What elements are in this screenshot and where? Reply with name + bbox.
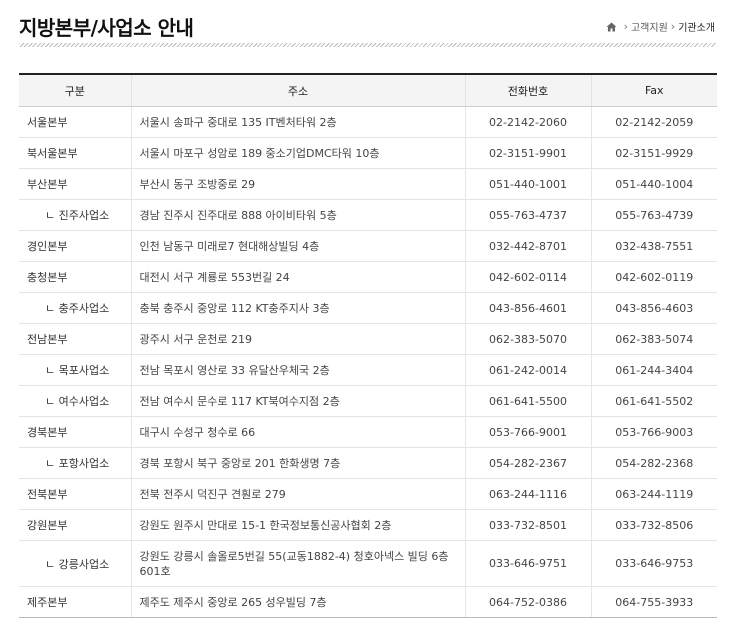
office-address: 대전시 서구 계룡로 553번길 24	[130, 261, 465, 293]
office-name: 제주본부	[19, 586, 131, 618]
office-address: 인천 남동구 미래로7 현대해상빌딩 4층	[130, 230, 465, 262]
column-header-division: 구분	[19, 73, 131, 107]
office-address: 부산시 동구 조방중로 29	[130, 168, 465, 200]
table-body: 서울본부 서울시 송파구 중대로 135 IT벤처타워 2층 02-2142-206…	[19, 106, 717, 618]
home-icon[interactable]	[606, 22, 617, 32]
office-address: 강원도 강릉시 솔올로5번길 55(교동1882-4) 청호아넥스 빌딩 6층 …	[130, 540, 465, 587]
column-header-address: 주소	[130, 73, 465, 107]
office-name: 경북본부	[19, 416, 131, 448]
office-phone: 054-282-2367	[464, 447, 591, 479]
office-name: 부산본부	[19, 168, 131, 200]
chevron-right-icon: ›	[623, 20, 628, 33]
page-title: 지방본부/사업소 안내	[19, 16, 194, 40]
table-row: ㄴ 강릉사업소 강원도 강릉시 솔올로5번길 55(교동1882-4) 청호아넥스…	[19, 540, 717, 587]
breadcrumb-item-customer-support[interactable]: 고객지원	[631, 19, 668, 34]
table-row: ㄴ 진주사업소 경남 진주시 진주대로 888 아이비타워 5층 055-763-4…	[19, 199, 717, 231]
table-row: 제주본부 제주도 제주시 중앙로 265 성우빌딩 7층 064-752-0386 0…	[19, 586, 717, 618]
column-header-fax: Fax	[590, 73, 717, 107]
office-address: 경남 진주시 진주대로 888 아이비타워 5층	[130, 199, 465, 231]
office-name: ㄴ 강릉사업소	[19, 540, 131, 587]
table-row: 부산본부 부산시 동구 조방중로 29 051-440-1001 051-440-10…	[19, 168, 717, 200]
table-row: 서울본부 서울시 송파구 중대로 135 IT벤처타워 2층 02-2142-206…	[19, 106, 717, 138]
table-row: 경북본부 대구시 수성구 청수로 66 053-766-9001 053-766-90…	[19, 416, 717, 448]
office-fax: 042-602-0119	[590, 261, 717, 293]
office-fax: 063-244-1119	[590, 478, 717, 510]
office-address: 전남 여수시 문수로 117 KT북여수지점 2층	[130, 385, 465, 417]
office-fax: 02-2142-2059	[590, 106, 717, 138]
office-phone: 053-766-9001	[464, 416, 591, 448]
office-address: 경북 포항시 북구 중앙로 201 한화생명 7층	[130, 447, 465, 479]
office-name: 경인본부	[19, 230, 131, 262]
office-fax: 053-766-9003	[590, 416, 717, 448]
office-phone: 032-442-8701	[464, 230, 591, 262]
office-name: 서울본부	[19, 106, 131, 138]
office-name: 강원본부	[19, 509, 131, 541]
table-row: 경인본부 인천 남동구 미래로7 현대해상빌딩 4층 032-442-8701 032…	[19, 230, 717, 262]
office-fax: 061-244-3404	[590, 354, 717, 386]
title-divider	[19, 43, 716, 47]
office-phone: 02-2142-2060	[464, 106, 591, 138]
table-header: 구분 주소 전화번호 Fax	[19, 73, 717, 107]
office-address: 강원도 원주시 만대로 15-1 한국정보통신공사협회 2층	[130, 509, 465, 541]
office-phone: 02-3151-9901	[464, 137, 591, 169]
office-fax: 061-641-5502	[590, 385, 717, 417]
office-phone: 063-244-1116	[464, 478, 591, 510]
office-fax: 062-383-5074	[590, 323, 717, 355]
office-name: ㄴ 충주사업소	[19, 292, 131, 324]
table-row: 충청본부 대전시 서구 계룡로 553번길 24 042-602-0114 042-6…	[19, 261, 717, 293]
office-phone: 062-383-5070	[464, 323, 591, 355]
office-phone: 061-242-0014	[464, 354, 591, 386]
office-name: ㄴ 진주사업소	[19, 199, 131, 231]
office-address: 전북 전주시 덕진구 견훤로 279	[130, 478, 465, 510]
office-phone: 033-646-9751	[464, 540, 591, 587]
office-address: 충북 충주시 중앙로 112 KT충주지사 3층	[130, 292, 465, 324]
office-fax: 051-440-1004	[590, 168, 717, 200]
table-row: ㄴ 충주사업소 충북 충주시 중앙로 112 KT충주지사 3층 043-856-4…	[19, 292, 717, 324]
office-table: 구분 주소 전화번호 Fax 서울본부 서울시 송파구 중대로 135 IT벤처타…	[19, 73, 717, 618]
column-header-phone: 전화번호	[464, 73, 591, 107]
office-fax: 02-3151-9929	[590, 137, 717, 169]
office-fax: 032-438-7551	[590, 230, 717, 262]
office-fax: 054-282-2368	[590, 447, 717, 479]
office-address: 광주시 서구 운천로 219	[130, 323, 465, 355]
office-address: 대구시 수성구 청수로 66	[130, 416, 465, 448]
office-fax: 064-755-3933	[590, 586, 717, 618]
office-fax: 033-646-9753	[590, 540, 717, 587]
office-phone: 061-641-5500	[464, 385, 591, 417]
office-name: 충청본부	[19, 261, 131, 293]
office-name: ㄴ 여수사업소	[19, 385, 131, 417]
office-phone: 042-602-0114	[464, 261, 591, 293]
table-row: 전북본부 전북 전주시 덕진구 견훤로 279 063-244-1116 063-24…	[19, 478, 717, 510]
table-row: 전남본부 광주시 서구 운천로 219 062-383-5070 062-383-50…	[19, 323, 717, 355]
office-name: 북서울본부	[19, 137, 131, 169]
office-name: 전북본부	[19, 478, 131, 510]
table-row: ㄴ 여수사업소 전남 여수시 문수로 117 KT북여수지점 2층 061-641-…	[19, 385, 717, 417]
table-row: 강원본부 강원도 원주시 만대로 15-1 한국정보통신공사협회 2층 033-73…	[19, 509, 717, 541]
office-phone: 051-440-1001	[464, 168, 591, 200]
office-phone: 064-752-0386	[464, 586, 591, 618]
office-address: 서울시 송파구 중대로 135 IT벤처타워 2층	[130, 106, 465, 138]
office-phone: 043-856-4601	[464, 292, 591, 324]
office-name: 전남본부	[19, 323, 131, 355]
table-row: ㄴ 포항사업소 경북 포항시 북구 중앙로 201 한화생명 7층 054-282-…	[19, 447, 717, 479]
breadcrumb-item-current: 기관소개	[678, 23, 715, 34]
office-name: ㄴ 목포사업소	[19, 354, 131, 386]
office-address: 서울시 마포구 성암로 189 중소기업DMC타워 10층	[130, 137, 465, 169]
office-phone: 055-763-4737	[464, 199, 591, 231]
office-name: ㄴ 포항사업소	[19, 447, 131, 479]
office-fax: 055-763-4739	[590, 199, 717, 231]
chevron-right-icon: ›	[670, 20, 676, 33]
table-row: 북서울본부 서울시 마포구 성암로 189 중소기업DMC타워 10층 02-315…	[19, 137, 717, 169]
office-phone: 033-732-8501	[464, 509, 591, 541]
office-fax: 033-732-8506	[590, 509, 717, 541]
office-address: 전남 목포시 영산로 33 유달산우체국 2층	[130, 354, 465, 386]
office-address: 제주도 제주시 중앙로 265 성우빌딩 7층	[130, 586, 465, 618]
table-row: ㄴ 목포사업소 전남 목포시 영산로 33 유달산우체국 2층 061-242-00…	[19, 354, 717, 386]
breadcrumb: › 고객지원 › 기관소개	[606, 19, 715, 34]
office-fax: 043-856-4603	[590, 292, 717, 324]
